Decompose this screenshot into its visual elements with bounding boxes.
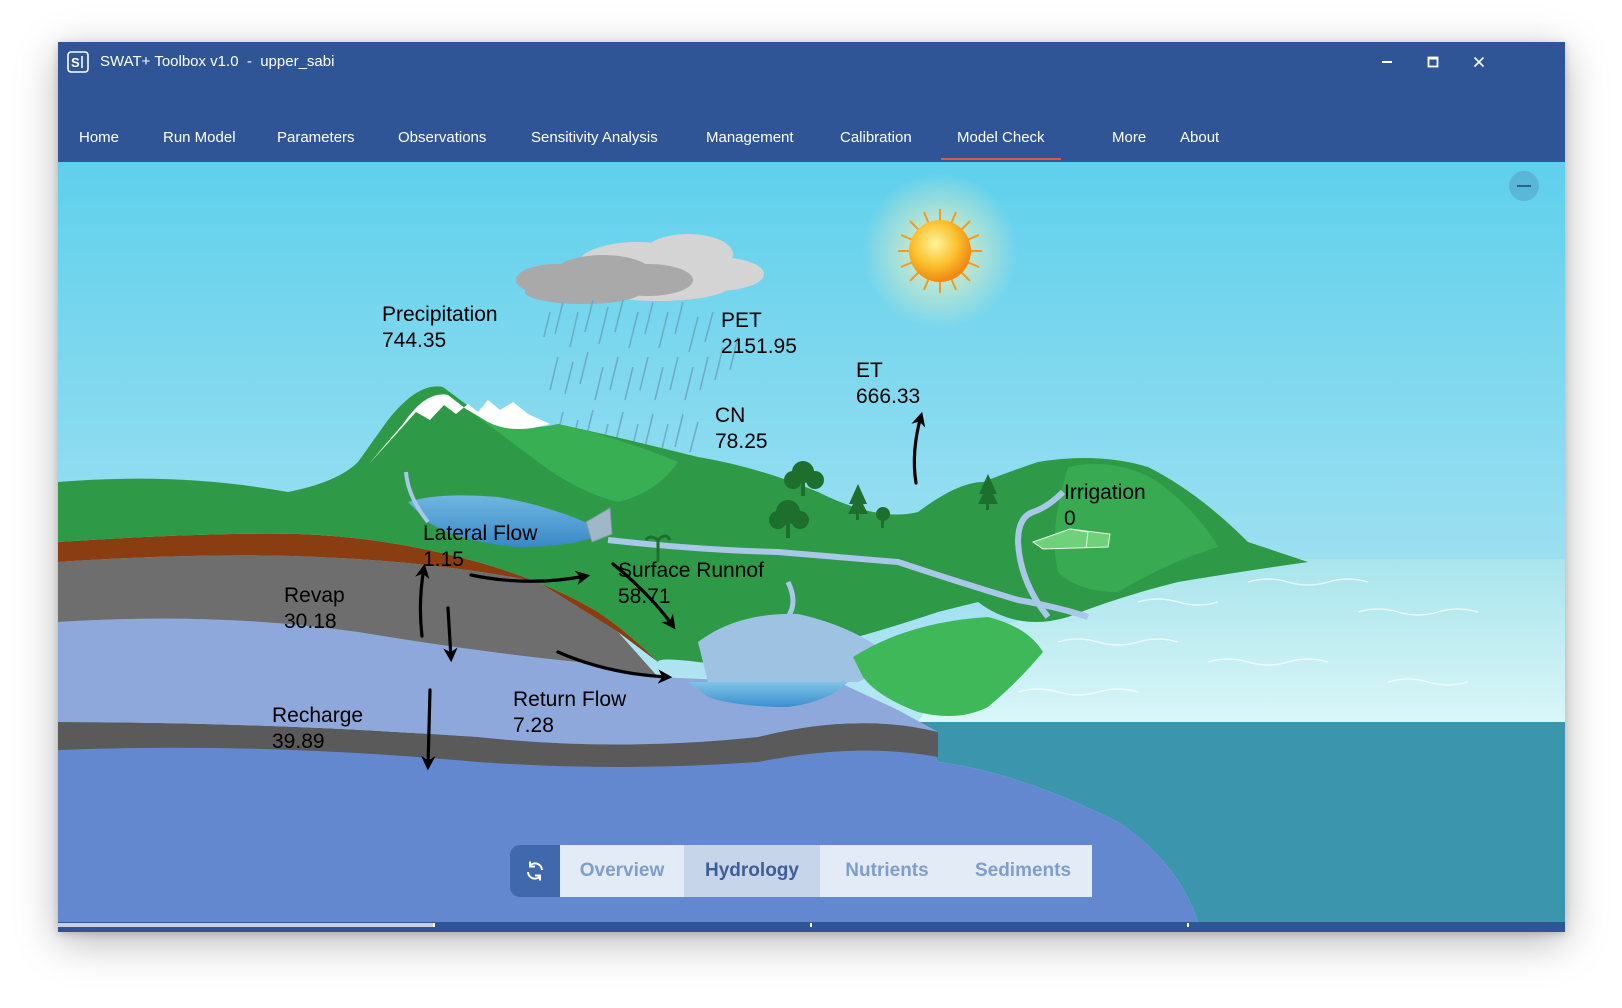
menu-item-management[interactable]: Management: [706, 122, 794, 160]
cn-label: CN 78.25: [715, 403, 768, 455]
svg-text:S: S: [71, 55, 80, 70]
minimize-icon: [1382, 61, 1392, 63]
irrigation-title: Irrigation: [1064, 481, 1146, 504]
title-bar[interactable]: S SWAT+ Toolbox v1.0 - upper_sabi: [58, 42, 1565, 82]
irrigation-value: 0: [1064, 507, 1076, 530]
progress-tick: [433, 923, 435, 927]
cn-value: 78.25: [715, 430, 768, 453]
menu-item-about[interactable]: About: [1180, 122, 1219, 160]
et-title: ET: [856, 359, 883, 382]
close-icon: [1473, 56, 1485, 68]
revap-value: 30.18: [284, 610, 337, 633]
revap-title: Revap: [284, 584, 345, 607]
irrigation-label: Irrigation 0: [1064, 480, 1146, 532]
recharge-label: Recharge 39.89: [272, 703, 363, 755]
hydrology-diagram: Precipitation 744.35 PET 2151.95 ET 666.…: [58, 162, 1565, 922]
surface-runoff-value: 58.71: [618, 585, 671, 608]
lateral-flow-value: 1.15: [423, 548, 464, 571]
app-window: S SWAT+ Toolbox v1.0 - upper_sabi Home R…: [58, 42, 1565, 932]
precipitation-label: Precipitation 744.35: [382, 302, 498, 354]
menu-item-home[interactable]: Home: [79, 122, 119, 160]
progress-tick: [810, 923, 812, 927]
tab-overview[interactable]: Overview: [560, 845, 684, 897]
et-label: ET 666.33: [856, 358, 920, 410]
cn-title: CN: [715, 404, 746, 427]
swat-logo-icon: S: [67, 51, 89, 73]
main-menu: Home Run Model Parameters Observations S…: [58, 122, 1565, 160]
sun-icon: [898, 209, 982, 293]
recharge-title: Recharge: [272, 704, 364, 727]
menu-item-parameters[interactable]: Parameters: [277, 122, 355, 160]
precipitation-value: 744.35: [382, 329, 447, 352]
refresh-button[interactable]: [510, 845, 560, 897]
revap-label: Revap 30.18: [284, 583, 345, 635]
tab-sediments[interactable]: Sediments: [954, 845, 1092, 897]
window-title: SWAT+ Toolbox v1.0 - upper_sabi: [100, 53, 335, 70]
menu-item-sensitivity-analysis[interactable]: Sensitivity Analysis: [531, 122, 658, 160]
bottom-progress-bar: [58, 922, 1565, 932]
surface-runoff-label: Surface Runnof 58.71: [618, 558, 764, 610]
maximize-button[interactable]: [1410, 42, 1456, 82]
close-button[interactable]: [1456, 42, 1502, 82]
lateral-flow-label: Lateral Flow 1.15: [423, 521, 537, 573]
view-tabs: Overview Hydrology Nutrients Sediments: [510, 845, 1092, 897]
hydrology-scene: [58, 162, 1565, 922]
progress-segment: [58, 923, 433, 927]
recharge-value: 39.89: [272, 730, 325, 753]
lateral-flow-title: Lateral Flow: [423, 522, 538, 545]
return-flow-label: Return Flow 7.28: [513, 687, 626, 739]
recharge-arrow: [421, 688, 436, 771]
refresh-icon: [527, 861, 543, 881]
minimize-button[interactable]: [1364, 42, 1410, 82]
menu-item-calibration[interactable]: Calibration: [840, 122, 912, 160]
et-value: 666.33: [856, 385, 921, 408]
menu-item-observations[interactable]: Observations: [398, 122, 486, 160]
return-flow-value: 7.28: [513, 714, 554, 737]
menu-item-run-model[interactable]: Run Model: [163, 122, 236, 160]
progress-tick: [1187, 923, 1189, 927]
tab-hydrology[interactable]: Hydrology: [684, 845, 820, 897]
precipitation-title: Precipitation: [382, 303, 498, 326]
tab-nutrients[interactable]: Nutrients: [820, 845, 954, 897]
pet-value: 2151.95: [721, 335, 797, 358]
menu-item-model-check[interactable]: Model Check: [941, 122, 1061, 160]
surface-runoff-title: Surface Runnof: [618, 559, 764, 582]
collapse-button[interactable]: [1509, 171, 1539, 201]
pet-title: PET: [721, 309, 762, 332]
maximize-icon: [1427, 56, 1439, 68]
return-flow-title: Return Flow: [513, 688, 627, 711]
menu-item-more[interactable]: More: [1112, 122, 1146, 160]
pet-label: PET 2151.95: [721, 308, 797, 360]
